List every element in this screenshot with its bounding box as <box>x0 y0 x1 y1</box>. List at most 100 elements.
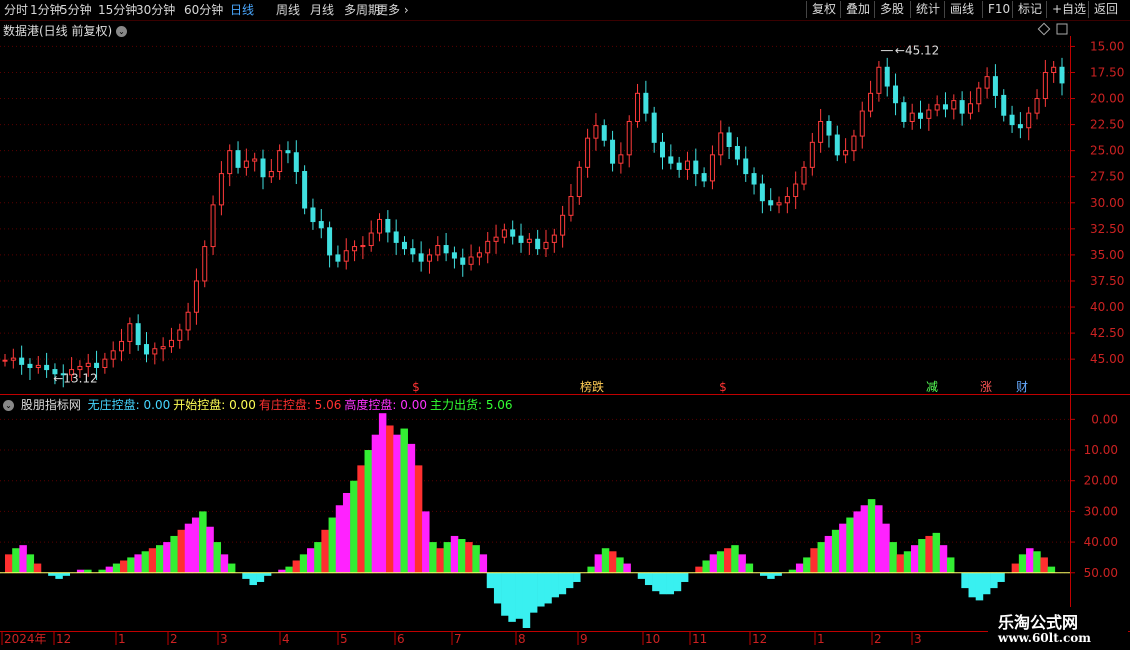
indicator-bar <box>386 425 394 573</box>
candle-body <box>967 103 973 114</box>
date-tick-label: 2 <box>874 632 882 646</box>
candle-body <box>193 280 199 313</box>
candle-body <box>152 348 158 355</box>
candle-body <box>601 125 607 141</box>
candle-body <box>593 125 599 139</box>
candle-body <box>1042 71 1048 100</box>
price-tick-label: 20.00 <box>1090 92 1124 106</box>
candle-body <box>476 252 482 258</box>
candle-body <box>360 245 366 248</box>
candle-body <box>327 227 333 256</box>
candle-body <box>585 137 591 168</box>
candle-body <box>868 92 874 112</box>
indicator-bar <box>982 572 991 595</box>
candle-body <box>984 76 990 89</box>
candle-body <box>1017 124 1023 129</box>
indicator-legend-item-0: 无庄控盘: 0.00 <box>87 398 171 412</box>
indicator-bar <box>537 572 545 607</box>
indicator-bar <box>170 535 178 573</box>
indicator-bar <box>695 566 703 573</box>
indicator-bar <box>601 548 610 573</box>
candle-body <box>751 173 757 185</box>
indicator-bar <box>939 545 948 573</box>
indicator-bar <box>378 413 387 573</box>
candle-body <box>709 154 715 182</box>
candle-body <box>377 218 383 234</box>
indicator-legend: ⌄ 股朋指标网 无庄控盘: 0.00 开始控盘: 0.00 有庄控盘: 5.06 高度… <box>3 396 516 413</box>
date-tick-label: 3 <box>914 632 922 646</box>
indicator-bar <box>450 535 459 573</box>
indicator-bar <box>33 563 42 573</box>
candle-body <box>942 104 948 110</box>
candle-body <box>10 357 16 361</box>
candle-body <box>94 362 100 368</box>
indicator-bar <box>666 572 675 595</box>
indicator-bar <box>407 443 416 573</box>
candle-body <box>426 254 432 262</box>
indicator-bar <box>127 557 135 573</box>
indicator-bar <box>803 557 811 573</box>
indicator-bar <box>875 505 883 573</box>
candle-body <box>285 150 291 154</box>
candle-body <box>352 246 358 252</box>
indicator-bar <box>242 572 250 579</box>
price-tick-label: 35.00 <box>1090 248 1124 262</box>
candle-body <box>443 245 449 254</box>
indicator-bar <box>558 572 567 595</box>
candle-body <box>668 156 674 164</box>
indicator-tick-label: 20.00 <box>1084 474 1118 488</box>
indicator-bar <box>422 511 430 573</box>
indicator-bar <box>644 572 653 586</box>
indicator-bar <box>335 505 344 573</box>
indicator-bar <box>846 517 854 573</box>
indicator-bar <box>493 572 502 604</box>
indicator-tick-label: 30.00 <box>1084 504 1118 518</box>
candle-body <box>19 357 25 365</box>
indicator-bar <box>414 465 423 573</box>
candle-body <box>227 150 233 175</box>
indicator-bar <box>573 572 581 582</box>
indicator-bar <box>220 554 229 573</box>
candle-body <box>568 196 574 216</box>
indicator-bar <box>5 554 13 573</box>
candle-body <box>77 365 83 371</box>
indicator-bar <box>946 557 955 573</box>
indicator-bar <box>903 551 912 573</box>
candle-body <box>1026 112 1032 129</box>
price-tick-label: 40.00 <box>1090 300 1124 314</box>
candle-body <box>926 109 932 119</box>
date-tick-label: 1 <box>118 632 126 646</box>
candle-body <box>551 234 557 243</box>
candle-body <box>218 173 224 206</box>
event-marker-5: 财 <box>1016 380 1028 394</box>
window-icon <box>1056 23 1068 35</box>
indicator-bar <box>529 572 538 613</box>
candle-body <box>776 202 782 206</box>
candle-body <box>160 346 166 350</box>
indicator-bar <box>860 505 869 573</box>
candle-body <box>27 363 33 368</box>
candle-body <box>210 204 216 248</box>
candle-body <box>85 362 91 367</box>
indicator-tick-label: 50.00 <box>1084 566 1118 580</box>
indicator-bar <box>465 542 473 573</box>
indicator-bar <box>458 539 466 573</box>
candle-body <box>518 235 524 243</box>
event-marker-3: 减 <box>926 380 938 394</box>
indicator-bar <box>328 517 337 573</box>
candle-body <box>684 160 690 170</box>
price-tick-label: 27.50 <box>1090 170 1124 184</box>
indicator-bar <box>357 465 365 573</box>
candle-body <box>543 241 549 250</box>
chevron-down-icon[interactable]: ⌄ <box>3 400 14 411</box>
candle-body <box>127 323 133 342</box>
event-marker-0: $ <box>412 380 420 394</box>
candle-body <box>485 240 491 254</box>
candle-body <box>510 229 516 237</box>
candle-body <box>951 100 957 110</box>
candle-body <box>635 92 641 122</box>
indicator-bar <box>637 572 646 579</box>
indicator-bar <box>997 572 1005 582</box>
indicator-bar <box>565 572 574 589</box>
candle-body <box>660 141 666 158</box>
